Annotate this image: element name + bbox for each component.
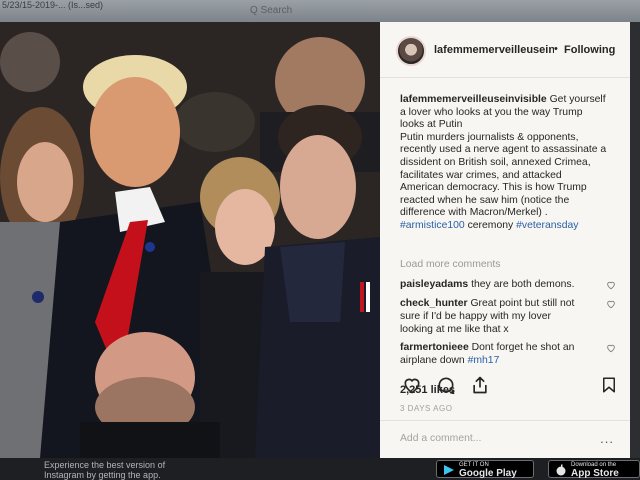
comment-like-heart-icon[interactable] [606, 343, 616, 353]
comment-text-cont: airplane down [400, 355, 468, 366]
share-icon[interactable] [470, 375, 490, 395]
comment-text-cont: looking at me like that x [400, 324, 509, 335]
caption-line-3: looks at Putin [400, 119, 463, 131]
caption-line-7: facilitates war crimes, and attacked [400, 169, 562, 181]
promo-line-2: Instagram by getting the app. [44, 470, 161, 480]
avatar[interactable] [396, 36, 426, 66]
following-button[interactable]: Following [564, 44, 615, 56]
comment-like-heart-icon[interactable] [606, 299, 616, 309]
bookmark-icon[interactable] [600, 375, 618, 395]
comment-item: paisleyadams they are both demons. [400, 278, 610, 291]
app-store-big: App Store [571, 468, 619, 479]
app-store-button[interactable]: Download on the App Store [548, 460, 640, 479]
comment-text: Dont forget he shot an [471, 342, 575, 353]
comment-username[interactable]: paisleyadams [400, 279, 468, 290]
caption-line-4: Putin murders journalists & opponents, [400, 131, 579, 143]
tab-title[interactable]: 5/23/15-2019-... (Is...sed) [2, 0, 103, 10]
promo-line-1: Experience the best version of [44, 460, 166, 470]
caption-line-1: Get yourself [549, 94, 606, 105]
add-comment-input[interactable]: Add a comment... [400, 433, 481, 444]
caption-line-10: difference with Macron/Merkel) . [400, 207, 548, 219]
more-options-icon[interactable]: ... [600, 431, 614, 446]
caption-username[interactable]: lafemmemerveilleuseinvisible [400, 94, 547, 105]
post-photo[interactable] [0, 22, 380, 458]
caption-middle: ceremony [464, 219, 517, 231]
caption-line-8: American democracy. This is how Trump [400, 182, 587, 194]
post-caption: lafemmemerveilleuseinvisible Get yoursel… [400, 94, 624, 233]
comment-like-heart-icon[interactable] [606, 280, 616, 290]
post-side-panel: lafemmemerveilleuseinvisible • Following… [380, 22, 630, 458]
load-more-comments[interactable]: Load more comments [400, 259, 501, 270]
add-comment-bar: Add a comment... ... [380, 420, 630, 458]
post-username[interactable]: lafemmemerveilleuseinvisible [434, 44, 554, 56]
comment-username[interactable]: check_hunter [400, 298, 468, 309]
post-timestamp: 3 DAYS AGO [400, 404, 453, 413]
app-promo-banner: Experience the best version of Instagram… [0, 458, 640, 480]
hashtag-armistice100[interactable]: #armistice100 [400, 220, 465, 231]
post-header: lafemmemerveilleuseinvisible • Following [380, 22, 630, 78]
google-play-button[interactable]: GET IT ON Google Play [436, 460, 534, 479]
right-margin [630, 22, 640, 458]
google-play-big: Google Play [459, 468, 517, 479]
likes-count[interactable]: 2,251 likes [400, 384, 455, 396]
hashtag-veteransday[interactable]: #veteransday [516, 220, 578, 231]
caption-line-9: reacted when he saw him (notice the [400, 194, 570, 206]
search-input[interactable]: Q Search [250, 5, 292, 16]
comment-item: farmertonieee Dont forget he shot an air… [400, 341, 610, 367]
promo-text: Experience the best version of Instagram… [44, 460, 244, 480]
comment-text: they are both demons. [471, 279, 575, 290]
separator-dot: • [554, 43, 558, 55]
comment-text-cont: sure if I'd be happy with my lover [400, 311, 551, 322]
caption-line-5: recently used a nerve agent to assassina… [400, 144, 607, 156]
browser-toolbar: 5/23/15-2019-... (Is...sed) Q Search [0, 0, 640, 22]
caption-line-6: dissident on British soil, annexed Crime… [400, 156, 591, 168]
caption-line-2: a lover who looks at you the way Trump [400, 106, 583, 118]
apple-icon [556, 464, 566, 476]
comment-item: check_hunter Great point but still not s… [400, 297, 610, 336]
comment-text: Great point but still not [470, 298, 575, 309]
google-play-icon [444, 465, 454, 475]
hashtag-mh17[interactable]: #mh17 [468, 355, 500, 366]
comment-username[interactable]: farmertonieee [400, 342, 469, 353]
